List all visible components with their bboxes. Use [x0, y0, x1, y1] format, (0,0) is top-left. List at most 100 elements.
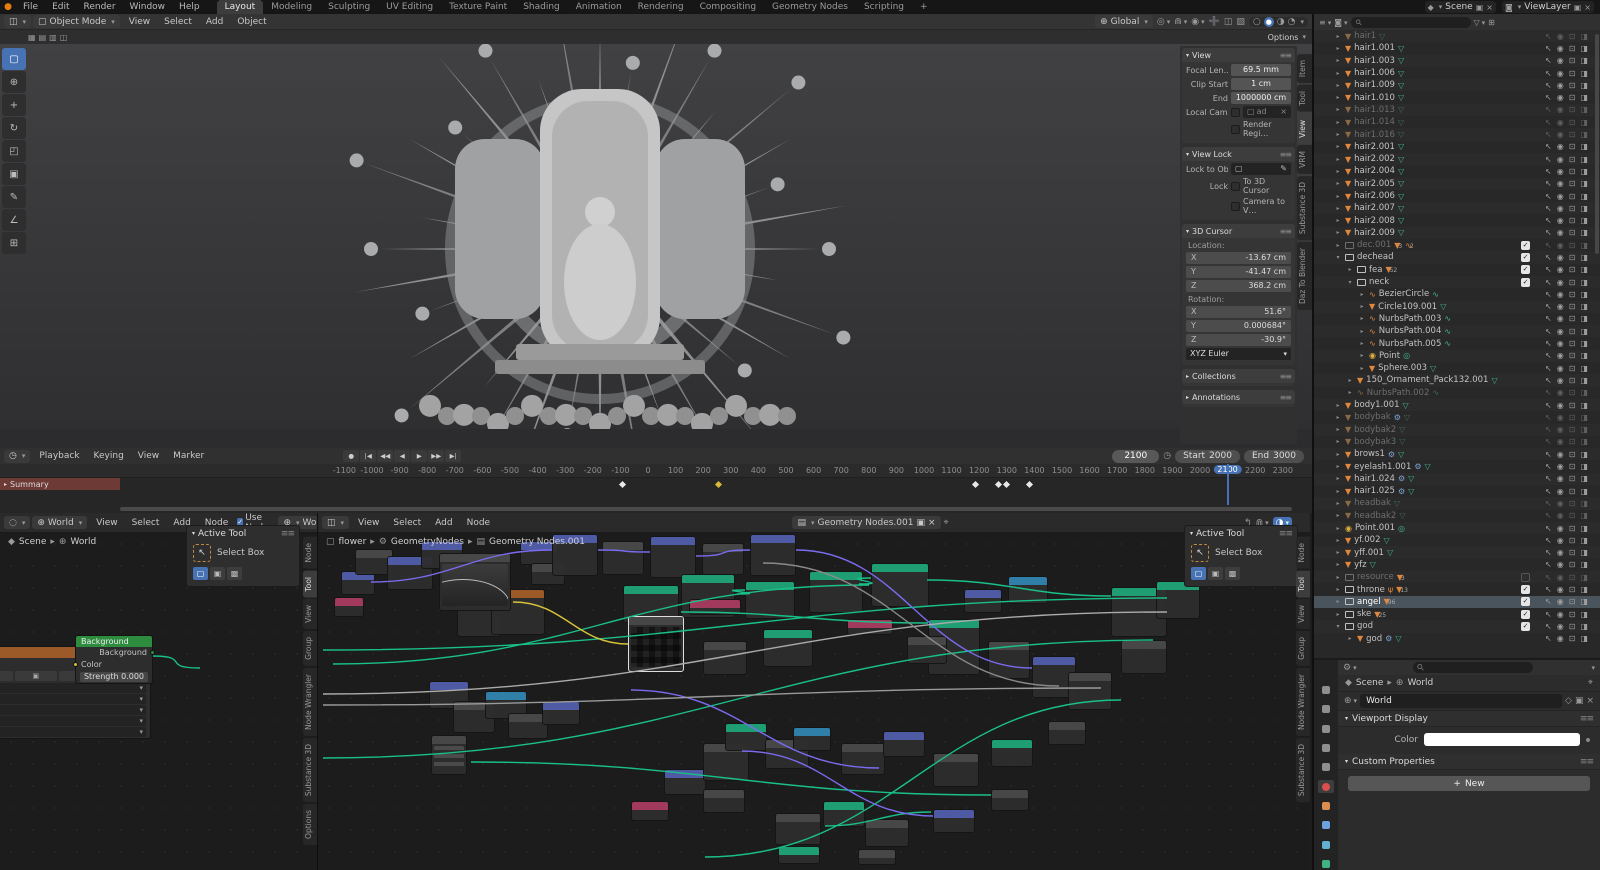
custom-properties-section[interactable]: ▾ Custom Properties ≡≡ [1338, 754, 1600, 770]
tab-substance-3d[interactable]: Substance 3D [303, 737, 317, 802]
hide-eye-icon[interactable]: ◉ [1557, 560, 1564, 569]
editor-type-button[interactable]: ◫ ▾ [4, 15, 32, 28]
outliner-row[interactable]: ▸ ▼ body1.001 ▽ ↖ ◉ ⊡ ◨ [1314, 398, 1600, 412]
render-disable-icon[interactable]: ◨ [1580, 130, 1588, 139]
outliner-row[interactable]: ▸ ∿ BezierCircle ∿ ↖ ◉ ⊡ ◨ [1314, 288, 1600, 300]
tab-group[interactable]: Group [1296, 630, 1310, 666]
render-disable-icon[interactable]: ◨ [1580, 105, 1588, 114]
render-disable-icon[interactable]: ◨ [1580, 474, 1588, 483]
graph-node[interactable] [991, 739, 1033, 767]
select-arrow-icon[interactable]: ↖ [1545, 413, 1552, 422]
graph-node[interactable] [964, 589, 1002, 613]
outliner-row[interactable]: ▸ ▼ hair2.008 ▽ ↖ ◉ ⊡ ◨ [1314, 214, 1600, 226]
hide-eye-icon[interactable]: ◉ [1557, 437, 1564, 446]
render-disable-icon[interactable]: ◨ [1580, 413, 1588, 422]
render-disable-icon[interactable]: ◨ [1580, 634, 1588, 643]
outliner-row[interactable]: ▸ ▼ hair2.005 ▽ ↖ ◉ ⊡ ◨ [1314, 177, 1600, 190]
outliner-row[interactable]: ▸ ▼ hair2.007 ▽ ↖ ◉ ⊡ ◨ [1314, 202, 1600, 215]
graph-node[interactable] [689, 599, 741, 615]
ruler-tick[interactable]: 1200 [969, 466, 989, 475]
playhead[interactable] [1226, 464, 1229, 505]
viewport-disable-icon[interactable]: ⊡ [1569, 314, 1576, 323]
menu-object[interactable]: Object [230, 17, 273, 27]
tab-view[interactable]: View [1296, 599, 1310, 629]
ruler-tick[interactable]: -1000 [360, 466, 383, 475]
render-disable-icon[interactable]: ◨ [1580, 364, 1588, 373]
viewport-disable-icon[interactable]: ⊡ [1569, 573, 1576, 582]
render-disable-icon[interactable]: ◨ [1580, 93, 1588, 102]
close-icon[interactable]: × [1584, 3, 1591, 12]
render-disable-icon[interactable]: ◨ [1580, 265, 1588, 274]
world-name-field[interactable]: World [1360, 694, 1563, 708]
select-arrow-icon[interactable]: ↖ [1545, 44, 1552, 53]
autokey-record-button[interactable]: ● [343, 450, 360, 462]
viewport-disable-icon[interactable]: ⊡ [1569, 265, 1576, 274]
hide-eye-icon[interactable]: ◉ [1557, 302, 1564, 311]
ruler-tick[interactable]: -800 [418, 466, 436, 475]
render-disable-icon[interactable]: ◨ [1580, 351, 1588, 360]
menu-view[interactable]: View [122, 17, 157, 27]
select-arrow-icon[interactable]: ↖ [1545, 118, 1552, 127]
graph-node[interactable] [439, 553, 511, 611]
workspace-tab-scripting[interactable]: Scripting [856, 0, 912, 14]
viewlayer-selector[interactable]: ◙ ▾ ViewLayer ▣ × [1502, 1, 1594, 13]
collection-checkbox[interactable]: ✓ [1521, 265, 1530, 275]
menu-select[interactable]: Select [386, 518, 428, 528]
tab-substance-3d[interactable]: Substance 3D [1296, 737, 1310, 802]
ruler-tick[interactable]: 2200 [1245, 466, 1265, 475]
viewport-disable-icon[interactable]: ⊡ [1569, 499, 1576, 508]
hide-eye-icon[interactable]: ◉ [1557, 388, 1564, 397]
outliner-row[interactable]: ▸ ▼ bodybak3 ▽ ↖ ◉ ⊡ ◨ [1314, 436, 1600, 448]
select-arrow-icon[interactable]: ↖ [1545, 56, 1552, 65]
graph-node[interactable] [823, 801, 865, 827]
outliner-row[interactable]: ▸ ▼ hair1.024 ⚙ ▽ ↖ ◉ ⊡ ◨ [1314, 472, 1600, 485]
properties-tab-modifiers[interactable] [1318, 819, 1334, 831]
outliner-row[interactable]: ▸ dec.001 ▼3 ∿2 ✓ ↖ ◉ ⊡ ◨ [1314, 239, 1600, 251]
measure-tool[interactable]: ∠ [2, 209, 26, 231]
workspace-tab-shading[interactable]: Shading [515, 0, 568, 14]
menu-select[interactable]: Select [157, 17, 199, 27]
hide-eye-icon[interactable]: ◉ [1557, 413, 1564, 422]
ruler-tick[interactable]: -100 [611, 466, 629, 475]
menu-keying[interactable]: Keying [87, 451, 131, 461]
workspace-tab-animation[interactable]: Animation [568, 0, 630, 14]
outliner-row[interactable]: ▸ ▼ 150_Ornament_Pack132.001 ▽ ↖ ◉ ⊡ ◨ [1314, 374, 1600, 387]
tab-daz-to-blender[interactable]: Daz To Blender [1297, 242, 1312, 311]
ruler-tick[interactable]: 400 [751, 466, 766, 475]
outliner-scrollbar[interactable] [1595, 34, 1599, 254]
viewport-disable-icon[interactable]: ⊡ [1569, 327, 1576, 336]
hide-eye-icon[interactable]: ◉ [1557, 622, 1564, 631]
menu-view[interactable]: View [131, 451, 166, 461]
select-arrow-icon[interactable]: ↖ [1545, 548, 1552, 557]
ruler-tick[interactable]: 700 [834, 466, 849, 475]
tab-node-wrangler[interactable]: Node Wrangler [1296, 667, 1310, 736]
select-arrow-icon[interactable]: ↖ [1545, 622, 1552, 631]
hide-eye-icon[interactable]: ◉ [1557, 364, 1564, 373]
hide-eye-icon[interactable]: ◉ [1557, 290, 1564, 299]
menu-render[interactable]: Render [77, 2, 123, 12]
outliner-row[interactable]: ▸ angel ▼96 ✓ ↖ ◉ ⊡ ◨ [1314, 595, 1600, 608]
geometry-nodes-editor[interactable]: ◫ ▾ View Select Add Node ▤ ▾ Geometry Nodes.00… [317, 513, 1310, 870]
render-disable-icon[interactable]: ◨ [1580, 278, 1588, 287]
blender-logo-icon[interactable]: ● [0, 2, 16, 12]
graph-node[interactable] [1008, 576, 1048, 604]
select-arrow-icon[interactable]: ↖ [1545, 536, 1552, 545]
display-mode-dropdown[interactable]: ≡ ▾ [1319, 18, 1331, 27]
hide-eye-icon[interactable]: ◉ [1557, 228, 1564, 237]
viewport-disable-icon[interactable]: ⊡ [1569, 536, 1576, 545]
ruler-tick[interactable]: -700 [446, 466, 464, 475]
viewport-disable-icon[interactable]: ⊡ [1569, 597, 1576, 606]
strength-field[interactable]: Strength 0.000 [80, 672, 148, 682]
graph-node[interactable] [542, 701, 580, 725]
ruler-tick[interactable]: 1900 [1162, 466, 1182, 475]
viewport-disable-icon[interactable]: ⊡ [1569, 253, 1576, 262]
properties-tab-output[interactable] [1318, 723, 1334, 735]
viewport-disable-icon[interactable]: ⊡ [1569, 32, 1576, 41]
viewport-disable-icon[interactable]: ⊡ [1569, 302, 1576, 311]
viewport-disable-icon[interactable]: ⊡ [1569, 44, 1576, 53]
viewport-disable-icon[interactable]: ⊡ [1569, 81, 1576, 90]
ruler-tick[interactable]: 600 [806, 466, 821, 475]
render-disable-icon[interactable]: ◨ [1580, 573, 1588, 582]
outliner-row[interactable]: ▸ ▼ hair1.016 ▽ ↖ ◉ ⊡ ◨ [1314, 128, 1600, 141]
scale-tool[interactable]: ◰ [2, 140, 26, 162]
